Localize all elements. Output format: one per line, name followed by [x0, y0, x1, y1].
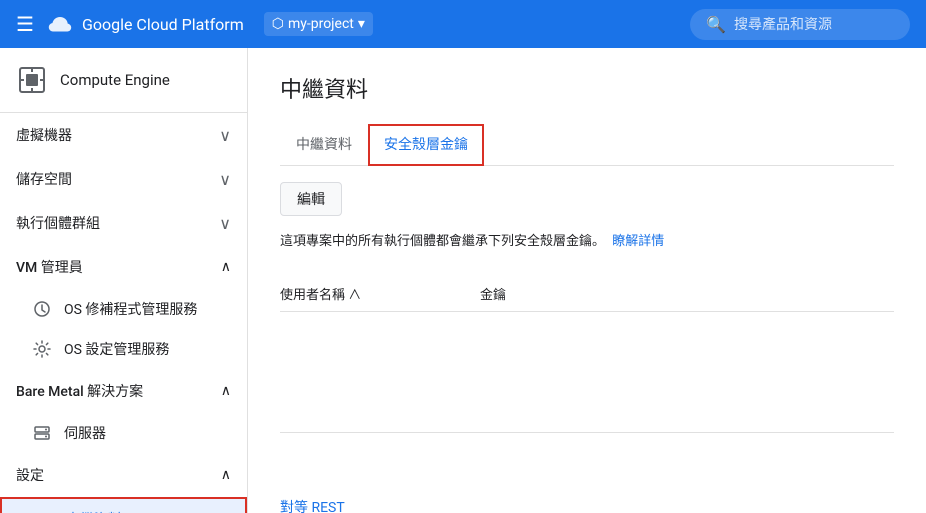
sidebar-item-os-config[interactable]: OS 設定管理服務	[0, 329, 247, 369]
sidebar-item-os-patch-label: OS 修補程式管理服務	[64, 299, 197, 319]
rest-link[interactable]: 對等 REST	[280, 497, 345, 513]
table-divider	[280, 432, 894, 433]
sidebar-item-vm-admin-label: VM 管理員	[16, 257, 83, 277]
metadata-icon	[34, 509, 54, 513]
chevron-down-icon: ∨	[219, 126, 231, 145]
compute-engine-icon	[16, 64, 48, 96]
app-header: ☰ Google Cloud Platform ⬡ my-project ▾ 🔍	[0, 0, 926, 48]
table-header: 使用者名稱 ∧ 金鑰	[280, 276, 894, 312]
sidebar-header: Compute Engine	[0, 48, 247, 113]
search-icon: 🔍	[706, 15, 726, 34]
sidebar-item-vms[interactable]: 虛擬機器 ∨	[0, 113, 247, 157]
sidebar-item-instance-groups-label: 執行個體群組	[16, 213, 100, 233]
project-selector[interactable]: ⬡ my-project ▾	[264, 12, 373, 36]
menu-icon[interactable]: ☰	[16, 12, 34, 36]
learn-more-link[interactable]: 瞭解詳情	[612, 234, 664, 249]
sidebar-item-metadata[interactable]: 中繼資料	[0, 497, 247, 513]
search-bar[interactable]: 🔍	[690, 9, 910, 40]
tab-metadata[interactable]: 中繼資料	[280, 124, 368, 166]
sidebar-item-instance-groups[interactable]: 執行個體群組 ∨	[0, 201, 247, 245]
search-input[interactable]	[734, 16, 894, 32]
sidebar-nav: 虛擬機器 ∨ 儲存空間 ∨ 執行個體群組 ∨ VM 管理員 ∧	[0, 113, 247, 513]
sidebar: Compute Engine 虛擬機器 ∨ 儲存空間 ∨ 執行個體群組 ∨ VM…	[0, 48, 248, 513]
os-patch-icon	[32, 299, 52, 319]
chevron-down-icon: ∨	[219, 170, 231, 189]
sidebar-item-os-patch[interactable]: OS 修補程式管理服務	[0, 289, 247, 329]
chevron-up-icon-2: ∧	[221, 383, 231, 399]
chevron-up-icon: ∧	[221, 259, 231, 275]
sidebar-item-vm-admin[interactable]: VM 管理員 ∧	[0, 245, 247, 289]
tab-bar: 中繼資料 安全殼層金鑰	[280, 124, 894, 166]
app-logo: Google Cloud Platform	[46, 14, 244, 34]
sidebar-item-metadata-label: 中繼資料	[66, 509, 122, 513]
sidebar-item-storage[interactable]: 儲存空間 ∨	[0, 157, 247, 201]
page-title: 中繼資料	[280, 72, 894, 104]
chevron-up-icon-3: ∧	[221, 467, 231, 483]
sidebar-section-settings-label: 設定	[16, 465, 44, 485]
col-key: 金鑰	[480, 284, 506, 303]
rest-section: 對等 REST	[280, 449, 894, 513]
sidebar-section-settings[interactable]: 設定 ∧	[0, 453, 247, 497]
os-config-icon	[32, 339, 52, 359]
info-text: 這項專案中的所有執行個體都會繼承下列安全殼層金鑰。 瞭解詳情	[280, 232, 894, 252]
platform-name: Google Cloud Platform	[82, 15, 244, 34]
tab-ssh-keys[interactable]: 安全殼層金鑰	[368, 124, 484, 166]
sidebar-item-bare-metal-label: Bare Metal 解決方案	[16, 381, 143, 401]
sidebar-service-title: Compute Engine	[60, 71, 170, 89]
project-name: my-project	[288, 16, 354, 32]
chevron-down-icon: ∨	[219, 214, 231, 233]
sidebar-item-os-config-label: OS 設定管理服務	[64, 339, 169, 359]
col-username[interactable]: 使用者名稱 ∧	[280, 284, 480, 303]
sidebar-item-servers-label: 伺服器	[64, 423, 106, 443]
google-cloud-logo-icon	[46, 14, 74, 34]
sidebar-item-vms-label: 虛擬機器	[16, 125, 72, 145]
main-content: 中繼資料 中繼資料 安全殼層金鑰 編輯 這項專案中的所有執行個體都會繼承下列安全…	[248, 48, 926, 513]
sidebar-item-servers[interactable]: 伺服器	[0, 413, 247, 453]
edit-button[interactable]: 編輯	[280, 182, 342, 216]
sidebar-item-storage-label: 儲存空間	[16, 169, 72, 189]
sidebar-item-bare-metal[interactable]: Bare Metal 解決方案 ∧	[0, 369, 247, 413]
server-icon	[32, 423, 52, 443]
